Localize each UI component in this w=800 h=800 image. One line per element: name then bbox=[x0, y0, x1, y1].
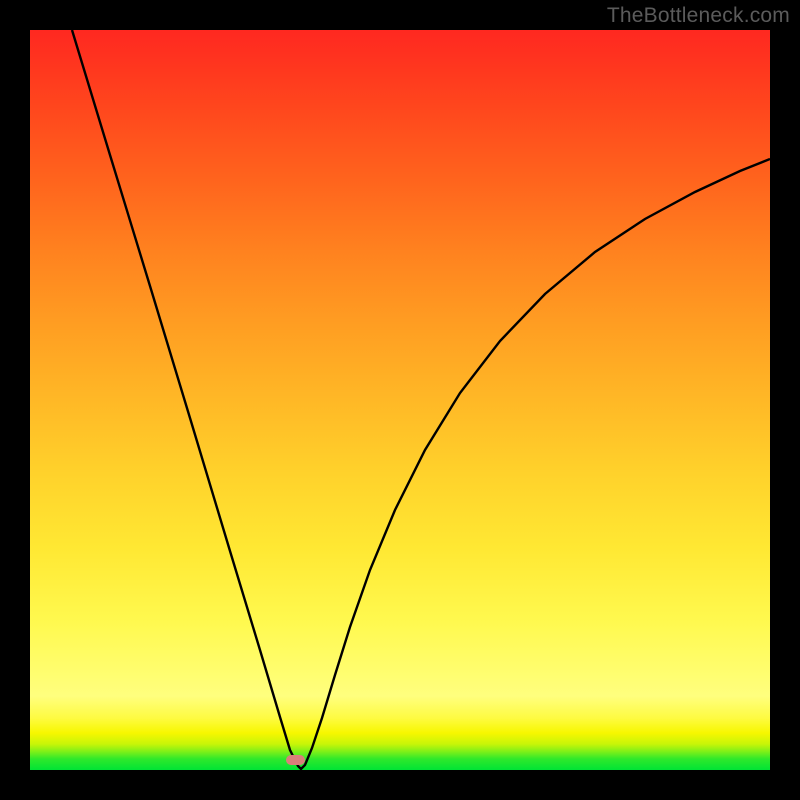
bottleneck-curve bbox=[72, 30, 770, 769]
watermark-text: TheBottleneck.com bbox=[607, 4, 790, 28]
min-marker bbox=[286, 755, 305, 765]
curve-svg bbox=[30, 30, 770, 770]
chart-frame: TheBottleneck.com bbox=[0, 0, 800, 800]
plot-area bbox=[30, 30, 770, 770]
